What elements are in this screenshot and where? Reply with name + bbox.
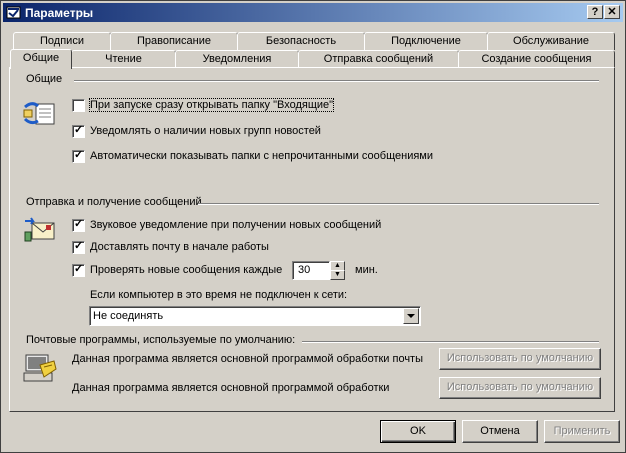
tab-panel-general: Общие При запуске сразу открывать папку …	[9, 67, 615, 412]
window-title: Параметры	[25, 6, 94, 20]
tab-security[interactable]: Безопасность	[237, 32, 365, 50]
send-receive-group-title: Отправка и получение сообщений	[26, 196, 202, 208]
tab-send[interactable]: Отправка сообщений	[298, 50, 459, 68]
default-programs-icon	[23, 354, 57, 382]
check-interval-checkbox[interactable]: ✓	[72, 263, 85, 277]
open-inbox-checkbox[interactable]	[72, 99, 85, 112]
help-button[interactable]: ?	[587, 5, 603, 19]
send-receive-separator	[198, 203, 599, 205]
send-receive-icon	[24, 217, 55, 242]
tab-general[interactable]: Общие	[10, 49, 72, 69]
check-interval-label[interactable]: Проверять новые сообщения каждые	[90, 264, 282, 276]
title-bar[interactable]: Параметры ? ✕	[3, 3, 623, 22]
notify-newsgroups-label[interactable]: Уведомлять о наличии новых групп новосте…	[90, 125, 321, 137]
mail-set-default-button[interactable]: Использовать по умолчанию	[439, 348, 601, 370]
default-programs-separator	[302, 341, 599, 343]
tab-read[interactable]: Чтение	[71, 50, 176, 68]
tab-connection[interactable]: Подключение	[364, 32, 488, 50]
offline-select-value: Не соединять	[93, 310, 164, 322]
general-separator	[74, 80, 599, 82]
interval-value: 30	[298, 264, 311, 276]
chevron-down-icon[interactable]	[403, 308, 419, 324]
ok-button[interactable]: OK	[380, 420, 456, 443]
options-dialog: Параметры ? ✕ Подписи Правописание Безоп…	[0, 0, 626, 453]
mail-default-text: Данная программа является основной прогр…	[72, 353, 424, 365]
close-button[interactable]: ✕	[604, 5, 620, 19]
default-programs-group-title: Почтовые программы, используемые по умол…	[26, 334, 296, 346]
notify-newsgroups-checkbox[interactable]: ✓	[72, 124, 85, 138]
app-icon	[6, 6, 21, 19]
cancel-button[interactable]: Отмена	[462, 420, 538, 443]
deliver-on-start-checkbox[interactable]: ✓	[72, 240, 85, 254]
offline-select[interactable]: Не соединять	[89, 306, 421, 326]
news-set-default-button[interactable]: Использовать по умолчанию	[439, 377, 601, 399]
tab-spelling[interactable]: Правописание	[110, 32, 238, 50]
show-unread-folders-label[interactable]: Автоматически показывать папки с непрочи…	[90, 150, 433, 162]
interval-unit: мин.	[355, 264, 378, 276]
tab-receipts[interactable]: Уведомления	[175, 50, 299, 68]
deliver-on-start-label[interactable]: Доставлять почту в начале работы	[90, 241, 269, 253]
apply-button[interactable]: Применить	[544, 420, 620, 443]
tab-signatures[interactable]: Подписи	[13, 32, 111, 50]
general-settings-icon	[23, 102, 55, 125]
general-group-title: Общие	[26, 73, 63, 85]
sound-notify-label[interactable]: Звуковое уведомление при получении новых…	[90, 219, 381, 231]
sound-notify-checkbox[interactable]: ✓	[72, 218, 85, 232]
tab-compose[interactable]: Создание сообщения	[458, 50, 615, 68]
show-unread-folders-checkbox[interactable]: ✓	[72, 149, 85, 163]
interval-down-button[interactable]: ▼	[330, 270, 345, 280]
open-inbox-label[interactable]: При запуске сразу открывать папку "Входя…	[88, 98, 335, 112]
interval-input[interactable]: 30	[292, 261, 330, 280]
news-default-text: Данная программа является основной прогр…	[72, 382, 390, 394]
tab-maintenance[interactable]: Обслуживание	[487, 32, 615, 50]
offline-label: Если компьютер в это время не подключен …	[90, 289, 348, 301]
